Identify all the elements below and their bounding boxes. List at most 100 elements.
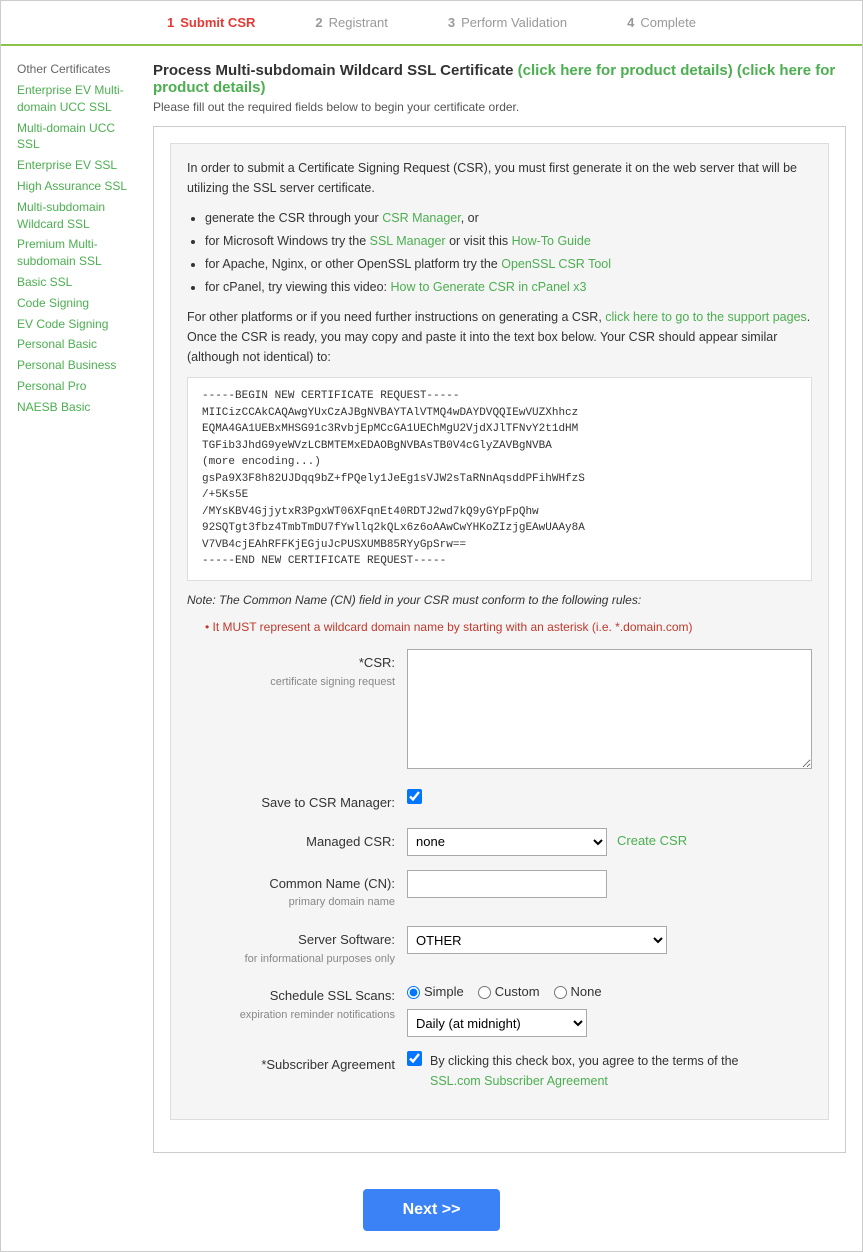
save-csr-label: Save to CSR Manager: xyxy=(261,795,395,810)
button-row: Next >> xyxy=(1,1169,862,1251)
step-4-label: Complete xyxy=(640,15,696,30)
subscriber-field-col: By clicking this check box, you agree to… xyxy=(407,1051,812,1091)
schedule-ssl-label-col: Schedule SSL Scans: expiration reminder … xyxy=(187,982,407,1024)
schedule-custom-radio[interactable] xyxy=(478,986,491,999)
csr-label: *CSR: xyxy=(359,655,395,670)
server-software-label: Server Software: xyxy=(298,932,395,947)
csr-note: Note: The Common Name (CN) field in your… xyxy=(187,591,812,610)
schedule-none-radio[interactable] xyxy=(554,986,567,999)
common-name-input[interactable] xyxy=(407,870,607,898)
cpanel-link[interactable]: How to Generate CSR in cPanel x3 xyxy=(391,280,587,294)
server-software-sublabel: for informational purposes only xyxy=(187,951,395,969)
schedule-none-label: None xyxy=(571,982,602,1003)
schedule-custom-option[interactable]: Custom xyxy=(478,982,540,1003)
frequency-select[interactable]: Daily (at midnight) Weekly Monthly xyxy=(407,1009,587,1037)
sidebar-link-personal-business[interactable]: Personal Business xyxy=(17,357,137,374)
schedule-ssl-field-col: Simple Custom None xyxy=(407,982,812,1037)
schedule-none-option[interactable]: None xyxy=(554,982,602,1003)
sidebar-link-ev-code[interactable]: EV Code Signing xyxy=(17,316,137,333)
info-list: generate the CSR through your CSR Manage… xyxy=(205,208,812,297)
step-3-label: Perform Validation xyxy=(461,15,567,30)
subscriber-label-col: *Subscriber Agreement xyxy=(187,1051,407,1076)
schedule-ssl-label: Schedule SSL Scans: xyxy=(270,988,395,1003)
sidebar-link-multi-domain[interactable]: Multi-domain UCC SSL xyxy=(17,120,137,154)
sidebar-link-personal-basic[interactable]: Personal Basic xyxy=(17,336,137,353)
subscriber-text: By clicking this check box, you agree to… xyxy=(430,1054,738,1068)
subscriber-checkbox[interactable] xyxy=(407,1051,422,1066)
subscriber-row: *Subscriber Agreement By clicking this c… xyxy=(187,1051,812,1091)
step-2: 2 Registrant xyxy=(315,15,387,30)
page-title: Process Multi-subdomain Wildcard SSL Cer… xyxy=(153,62,846,96)
sidebar-link-code-signing[interactable]: Code Signing xyxy=(17,295,137,312)
form-area: Process Multi-subdomain Wildcard SSL Cer… xyxy=(153,62,846,1153)
csr-manager-link[interactable]: CSR Manager xyxy=(382,211,461,225)
common-name-label: Common Name (CN): xyxy=(269,876,395,891)
step-2-num: 2 xyxy=(315,15,322,30)
sidebar-link-personal-pro[interactable]: Personal Pro xyxy=(17,378,137,395)
sidebar-link-multi-subdomain[interactable]: Multi-subdomain Wildcard SSL xyxy=(17,199,137,233)
info-item-4: for cPanel, try viewing this video: How … xyxy=(205,277,812,297)
next-button[interactable]: Next >> xyxy=(363,1189,501,1231)
subscriber-agreement-link[interactable]: SSL.com Subscriber Agreement xyxy=(430,1071,738,1091)
common-name-sublabel: primary domain name xyxy=(187,894,395,912)
server-software-row: Server Software: for informational purpo… xyxy=(187,926,812,968)
page-title-text: Process Multi-subdomain Wildcard SSL Cer… xyxy=(153,62,514,79)
schedule-custom-label: Custom xyxy=(495,982,540,1003)
csr-label-col: *CSR: certificate signing request xyxy=(187,649,407,691)
page-subtitle: Please fill out the required fields belo… xyxy=(153,100,846,114)
step-1: 1 Submit CSR xyxy=(167,15,255,30)
ssl-manager-link[interactable]: SSL Manager xyxy=(370,234,446,248)
openssl-link[interactable]: OpenSSL CSR Tool xyxy=(501,257,611,271)
info-item-3: for Apache, Nginx, or other OpenSSL plat… xyxy=(205,254,812,274)
save-csr-row: Save to CSR Manager: xyxy=(187,789,812,814)
csr-warning: It MUST represent a wildcard domain name… xyxy=(205,618,812,637)
sidebar-link-enterprise-ev[interactable]: Enterprise EV Multi-domain UCC SSL xyxy=(17,82,137,116)
save-csr-label-col: Save to CSR Manager: xyxy=(187,789,407,814)
schedule-simple-option[interactable]: Simple xyxy=(407,982,464,1003)
sidebar-link-enterprise-ev-ssl[interactable]: Enterprise EV SSL xyxy=(17,157,137,174)
sidebar-link-high-assurance[interactable]: High Assurance SSL xyxy=(17,178,137,195)
csr-textarea[interactable] xyxy=(407,649,812,769)
schedule-simple-radio[interactable] xyxy=(407,986,420,999)
schedule-simple-label: Simple xyxy=(424,982,464,1003)
managed-csr-row: Managed CSR: none Create CSR xyxy=(187,828,812,856)
schedule-sub: Daily (at midnight) Weekly Monthly xyxy=(407,1009,812,1037)
csr-sublabel: certificate signing request xyxy=(187,674,395,692)
schedule-radio-group: Simple Custom None xyxy=(407,982,812,1003)
info-footer: For other platforms or if you need furth… xyxy=(187,307,812,367)
subscriber-content: By clicking this check box, you agree to… xyxy=(407,1051,812,1091)
schedule-ssl-row: Schedule SSL Scans: expiration reminder … xyxy=(187,982,812,1037)
managed-csr-select[interactable]: none xyxy=(407,828,607,856)
server-software-select[interactable]: OTHER Apache IIS Nginx cPanel xyxy=(407,926,667,954)
subscriber-label: *Subscriber Agreement xyxy=(261,1057,395,1072)
info-item-2: for Microsoft Windows try the SSL Manage… xyxy=(205,231,812,251)
step-4: 4 Complete xyxy=(627,15,696,30)
common-name-row: Common Name (CN): primary domain name xyxy=(187,870,812,912)
common-name-field-col xyxy=(407,870,812,898)
info-item-1: generate the CSR through your CSR Manage… xyxy=(205,208,812,228)
page-title-link[interactable]: (click here for product details) xyxy=(518,62,733,79)
sidebar: Other Certificates Enterprise EV Multi-d… xyxy=(17,62,137,1153)
create-csr-link[interactable]: Create CSR xyxy=(617,831,687,852)
how-to-guide-link[interactable]: How-To Guide xyxy=(512,234,591,248)
schedule-ssl-sublabel: expiration reminder notifications xyxy=(187,1007,395,1025)
managed-csr-field-col: none Create CSR xyxy=(407,828,812,856)
sidebar-link-premium[interactable]: Premium Multi-subdomain SSL xyxy=(17,236,137,270)
step-1-num: 1 xyxy=(167,15,174,30)
info-intro: In order to submit a Certificate Signing… xyxy=(187,158,812,198)
save-csr-checkbox[interactable] xyxy=(407,789,422,804)
support-link[interactable]: click here to go to the support pages xyxy=(605,310,807,324)
sidebar-section-title: Other Certificates xyxy=(17,62,137,76)
subscriber-text-block: By clicking this check box, you agree to… xyxy=(430,1051,738,1091)
sidebar-link-naesb[interactable]: NAESB Basic xyxy=(17,399,137,416)
progress-bar: 1 Submit CSR 2 Registrant 3 Perform Vali… xyxy=(1,1,862,46)
sidebar-link-basic[interactable]: Basic SSL xyxy=(17,274,137,291)
managed-csr-label-col: Managed CSR: xyxy=(187,828,407,853)
save-csr-field-col xyxy=(407,789,812,810)
step-4-num: 4 xyxy=(627,15,634,30)
step-3: 3 Perform Validation xyxy=(448,15,567,30)
csr-sample: -----BEGIN NEW CERTIFICATE REQUEST----- … xyxy=(187,377,812,581)
server-software-field-col: OTHER Apache IIS Nginx cPanel xyxy=(407,926,812,954)
common-name-label-col: Common Name (CN): primary domain name xyxy=(187,870,407,912)
csr-field-col xyxy=(407,649,812,775)
